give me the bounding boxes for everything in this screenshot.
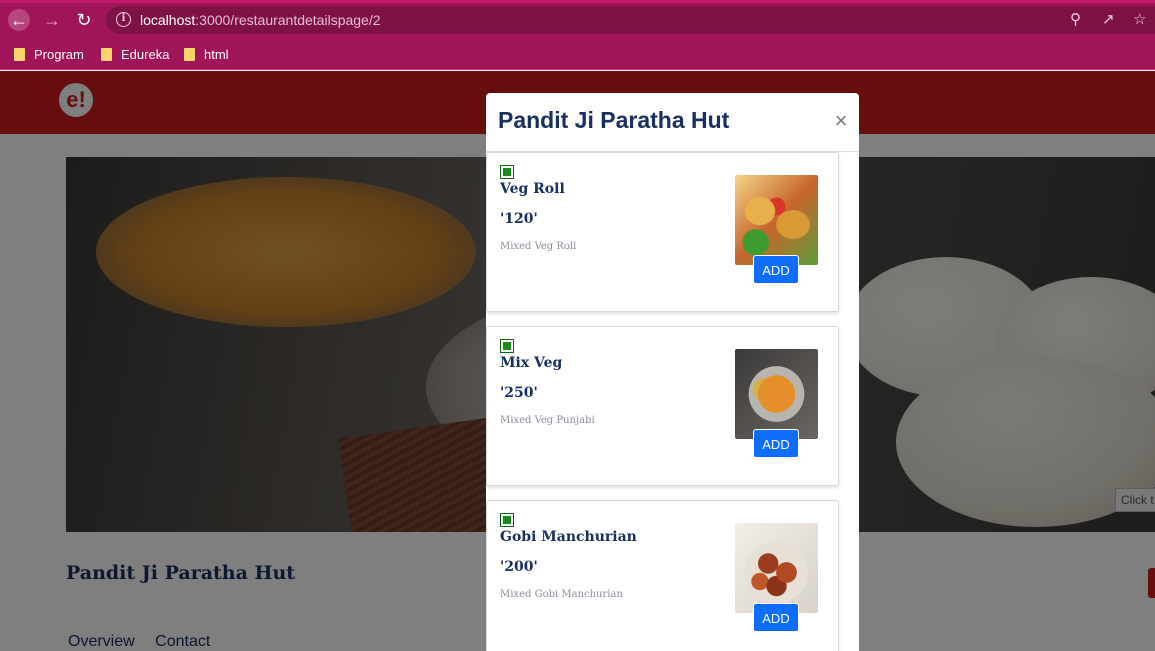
bookmark-label: html <box>204 47 229 62</box>
close-icon[interactable]: × <box>832 110 850 132</box>
add-to-cart-button[interactable]: ADD <box>753 603 799 632</box>
veg-indicator-icon <box>500 513 514 527</box>
bookmark-html[interactable]: html <box>184 45 229 65</box>
site-info-icon[interactable]: i <box>116 12 131 27</box>
menu-item-description: Mixed Veg Punjabi <box>500 415 595 426</box>
menu-item-card: Gobi Manchurian '200' Mixed Gobi Manchur… <box>486 500 839 651</box>
menu-item-name: Gobi Manchurian <box>500 529 637 545</box>
bookmark-edureka[interactable]: Edureka <box>101 45 169 65</box>
bookmark-program[interactable]: Program <box>14 45 84 65</box>
menu-item-price: '250' <box>500 385 538 401</box>
modal-header: Pandit Ji Paratha Hut × <box>486 93 859 152</box>
url-path: :3000/restaurantdetailspage/2 <box>195 12 381 28</box>
share-icon[interactable]: ↗ <box>1102 11 1115 29</box>
menu-item-price: '200' <box>500 559 538 575</box>
veg-indicator-icon <box>500 339 514 353</box>
veg-roll-photo <box>735 175 818 265</box>
browser-toolbar: ← → ↻ i localhost:3000/restaurantdetails… <box>0 0 1155 40</box>
menu-item-card: Veg Roll '120' Mixed Veg Roll ADD <box>486 152 839 312</box>
mix-veg-photo <box>735 349 818 439</box>
url-host: localhost <box>140 12 196 28</box>
bookmarks-bar: Program Edureka html <box>0 40 1155 70</box>
url-text[interactable]: localhost:3000/restaurantdetailspage/2 <box>140 12 381 28</box>
forward-arrow-icon[interactable]: → <box>41 9 63 31</box>
veg-indicator-icon <box>500 165 514 179</box>
menu-item-description: Mixed Gobi Manchurian <box>500 589 623 600</box>
menu-modal: Pandit Ji Paratha Hut × Veg Roll '120' M… <box>486 93 859 651</box>
folder-icon <box>101 48 112 61</box>
add-to-cart-button[interactable]: ADD <box>753 429 799 458</box>
bookmark-label: Program <box>34 47 84 62</box>
folder-icon <box>14 48 25 61</box>
menu-item-name: Veg Roll <box>500 181 565 197</box>
tab-strip-edge <box>0 0 1155 3</box>
reload-icon[interactable]: ↻ <box>73 9 95 31</box>
address-bar[interactable]: i localhost:3000/restaurantdetailspage/2… <box>106 6 1155 34</box>
modal-title: Pandit Ji Paratha Hut <box>498 107 730 133</box>
menu-item-price: '120' <box>500 211 538 227</box>
folder-icon <box>184 48 195 61</box>
menu-item-card: Mix Veg '250' Mixed Veg Punjabi ADD <box>486 326 839 486</box>
zoom-icon[interactable]: ⚲ <box>1070 11 1081 29</box>
bookmark-label: Edureka <box>121 47 170 62</box>
add-to-cart-button[interactable]: ADD <box>753 255 799 284</box>
back-arrow-icon[interactable]: ← <box>8 9 30 31</box>
gobi-manchurian-photo <box>735 523 818 613</box>
menu-item-name: Mix Veg <box>500 355 563 371</box>
menu-item-description: Mixed Veg Roll <box>500 241 577 252</box>
bookmark-star-icon[interactable]: ☆ <box>1133 11 1146 29</box>
